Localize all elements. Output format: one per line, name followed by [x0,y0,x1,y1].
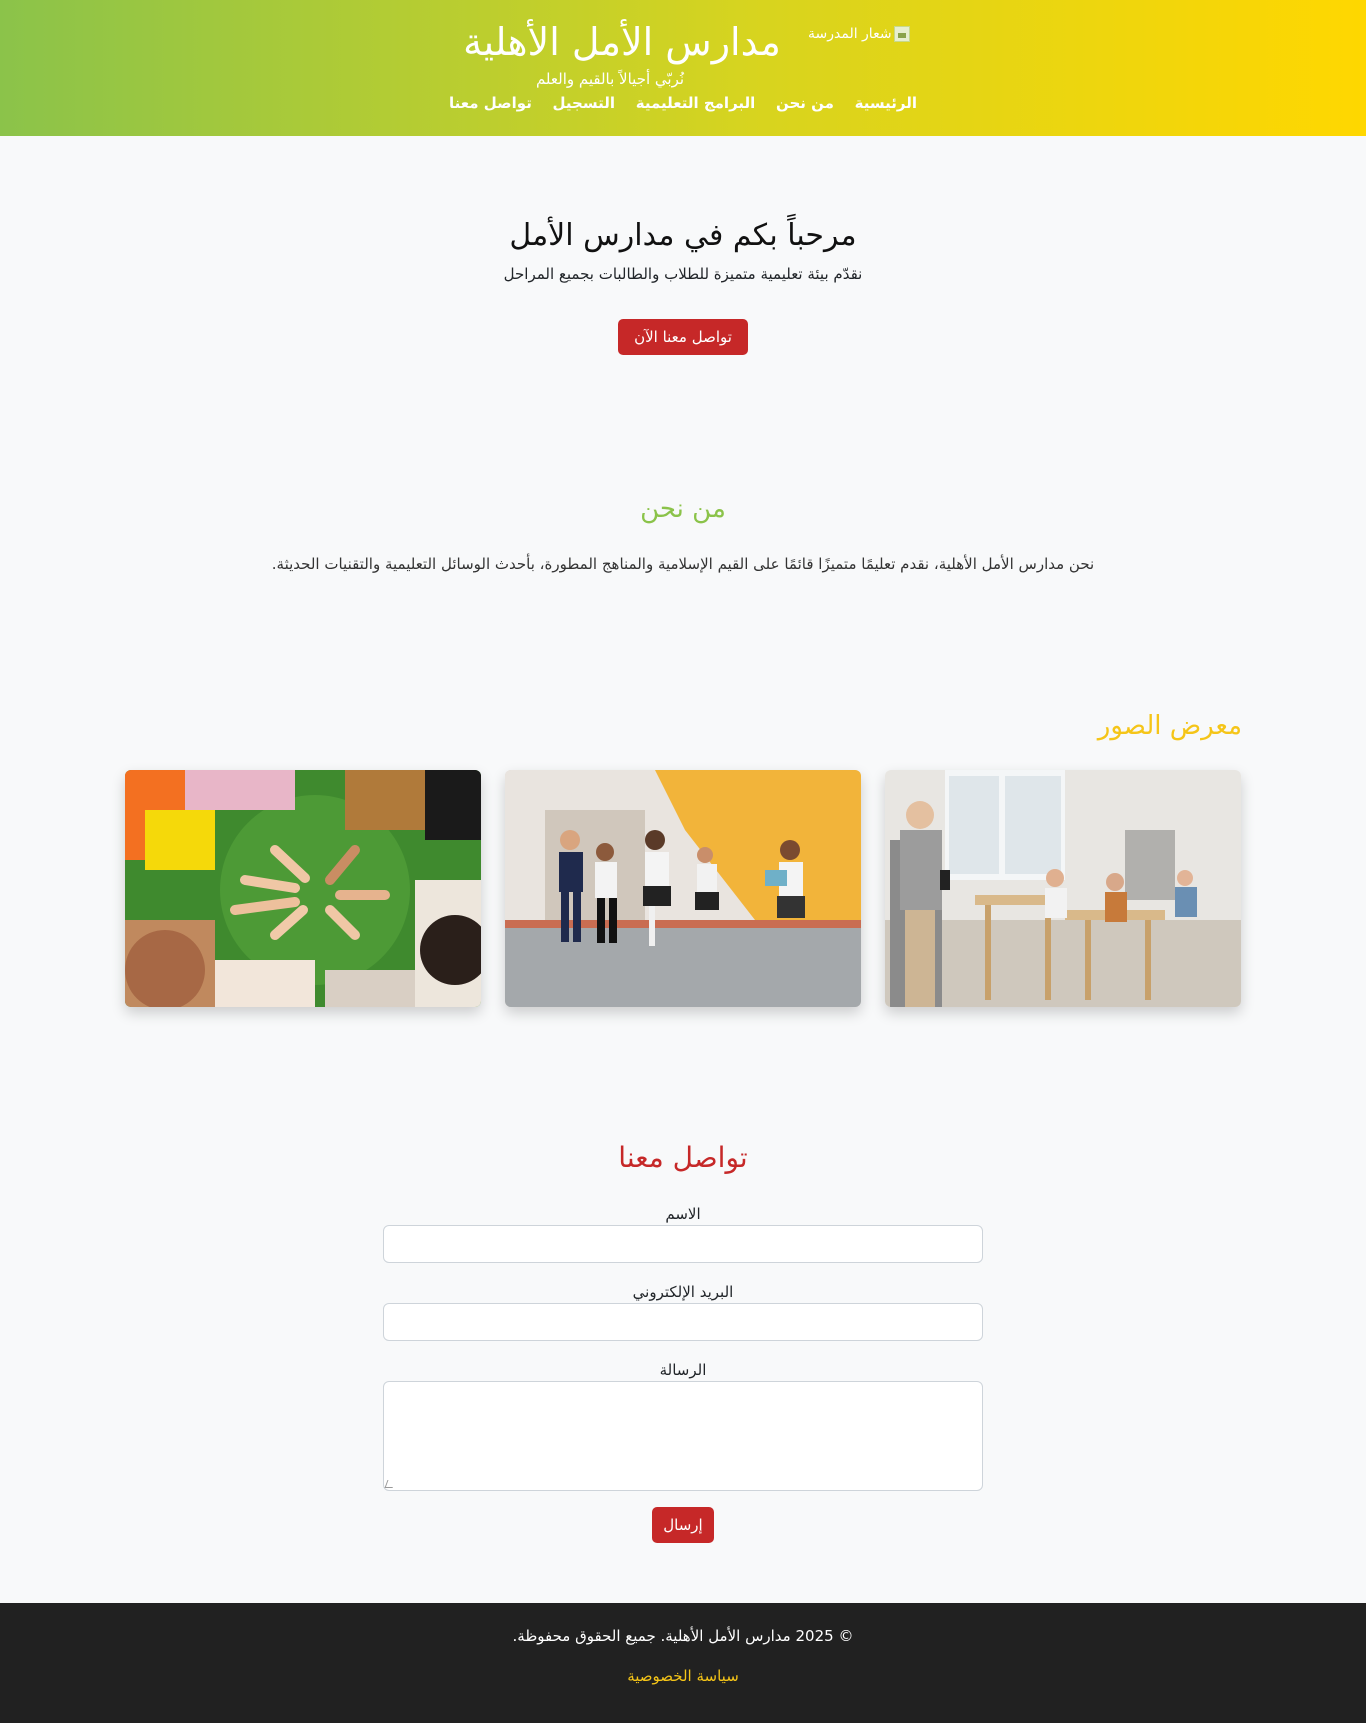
hero-title: مرحباً بكم في مدارس الأمل [509,218,857,253]
nav-home[interactable]: الرئيسية [855,94,917,112]
site-tagline: نُربّي أجيالاً بالقيم والعلم [535,70,685,88]
hands-circle-photo [125,770,481,1007]
message-field[interactable] [383,1381,983,1491]
copyright-text: © 2025 مدارس الأمل الأهلية. جميع الحقوق … [512,1627,854,1645]
photo-gallery [125,770,1241,1007]
privacy-policy-link[interactable]: سياسة الخصوصية [0,1667,1366,1685]
nav-programs[interactable]: البرامج التعليمية [636,94,756,112]
school-logo: شعار المدرسة [808,26,910,42]
site-footer: © 2025 مدارس الأمل الأهلية. جميع الحقوق … [0,1603,1366,1723]
hero-section: مرحباً بكم في مدارس الأمل نقدّم بيئة تعل… [0,136,1366,446]
name-label: الاسم [665,1205,701,1223]
broken-image-icon [893,26,910,42]
main-nav: الرئيسية من نحن البرامج التعليمية التسجي… [449,94,917,112]
name-field[interactable] [383,1225,983,1263]
contact-now-button[interactable]: تواصل معنا الآن [618,319,748,355]
running-students-photo [505,770,861,1007]
email-label: البريد الإلكتروني [632,1283,734,1301]
email-field[interactable] [383,1303,983,1341]
message-label: الرسالة [659,1361,707,1379]
nav-registration[interactable]: التسجيل [553,94,615,112]
hero-subtitle: نقدّم بيئة تعليمية متميزة للطلاب والطالب… [503,265,863,283]
site-title: مدارس الأمل الأهلية [463,20,781,64]
classroom-photo [885,770,1241,1007]
site-header: شعار المدرسة مدارس الأمل الأهلية نُربّي … [0,0,1366,136]
about-text: نحن مدارس الأمل الأهلية، نقدم تعليمًا مت… [271,555,1095,573]
contact-title: تواصل معنا [618,1141,748,1174]
about-title: من نحن [640,494,726,524]
logo-alt-text: شعار المدرسة [808,26,892,42]
nav-about[interactable]: من نحن [776,94,834,112]
send-button[interactable]: إرسال [652,1507,714,1543]
resize-handle-icon[interactable] [384,1480,396,1488]
nav-contact[interactable]: تواصل معنا [449,94,532,112]
gallery-title: معرض الصور [1097,711,1242,741]
